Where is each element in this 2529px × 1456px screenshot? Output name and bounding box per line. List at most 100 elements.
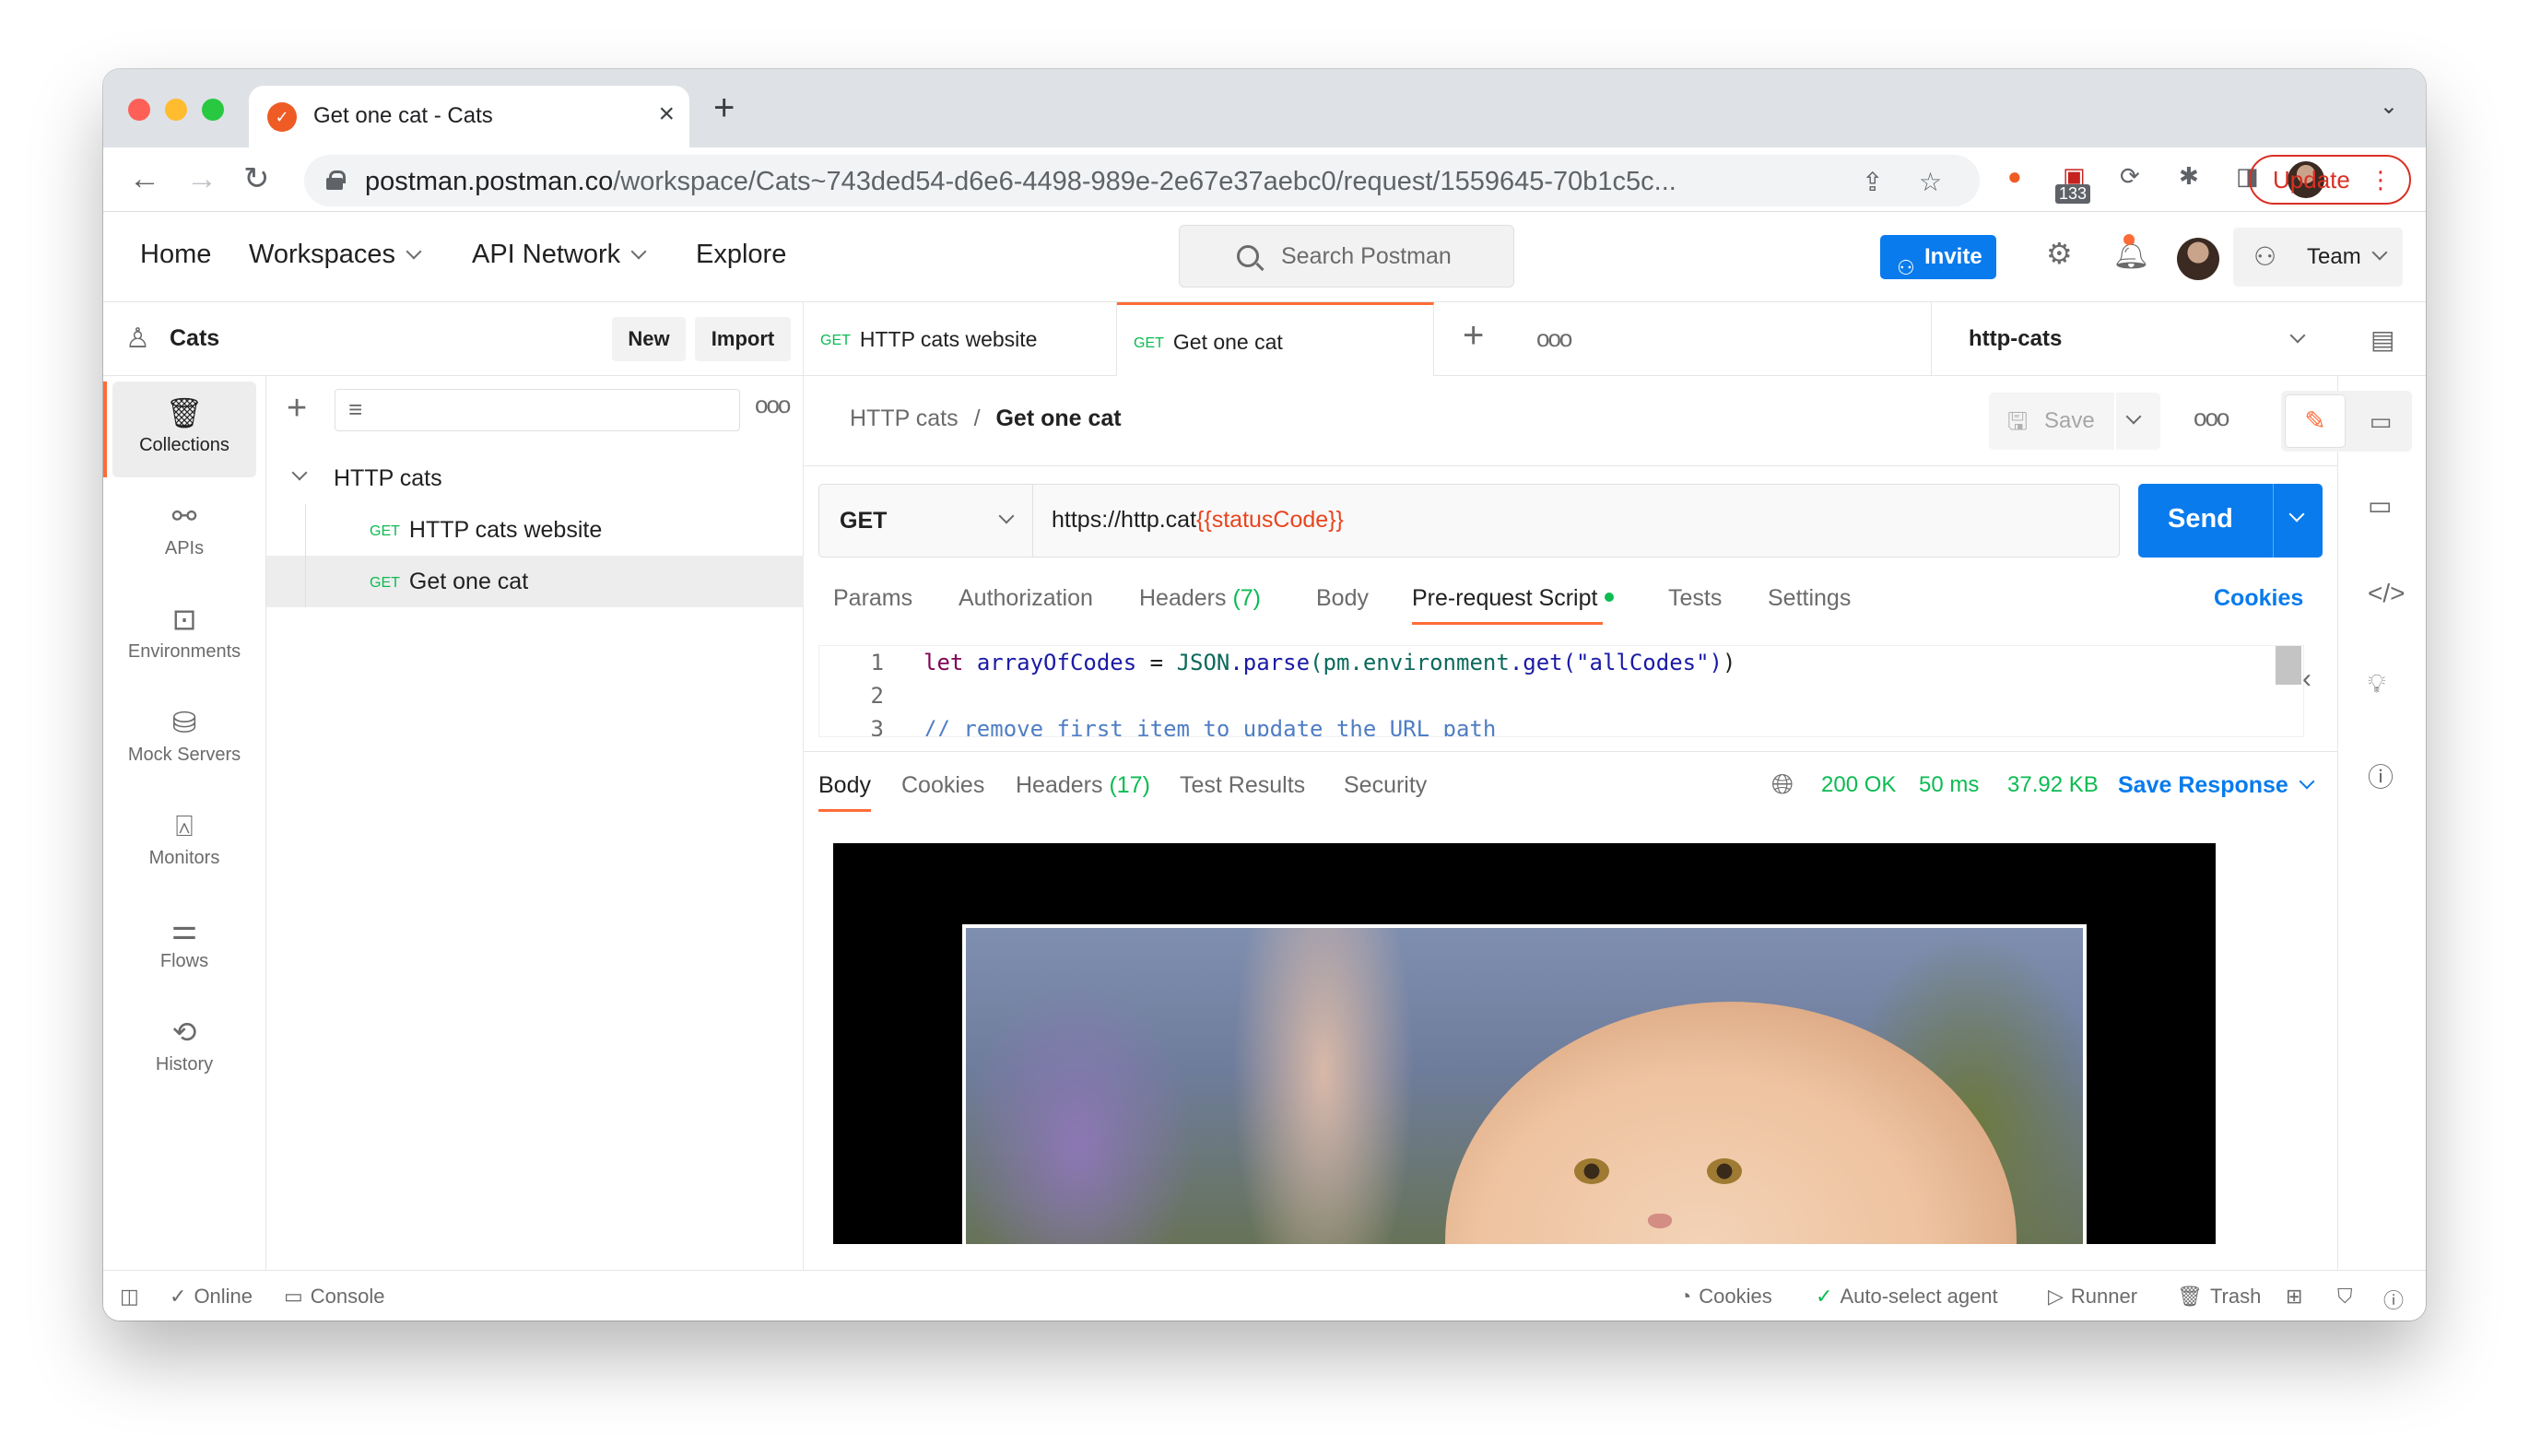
comment-icon[interactable]: ▭ [2355,394,2406,448]
more-options-icon[interactable]: ooo [755,391,791,419]
send-button[interactable]: Send [2138,484,2323,558]
sync-extension-icon[interactable]: ⟳ [2120,162,2140,191]
runner-button[interactable]: ▷ Runner [2048,1285,2137,1309]
request-row[interactable]: GET HTTP cats website [266,504,804,556]
response-tab-test-results[interactable]: Test Results [1180,772,1305,799]
editor-scrollbar[interactable] [2276,646,2301,685]
tabs-more-icon[interactable]: ooo [1536,324,1572,353]
search-icon [1237,245,1259,267]
new-tab-button[interactable]: + [713,88,735,129]
settings-gear-icon[interactable]: ⚙ [2046,236,2073,271]
info-icon[interactable]: ⓘ [2368,757,2394,794]
invite-button[interactable]: ⚇ Invite [1880,235,1996,279]
environment-quick-look-icon[interactable]: ▤ [2370,324,2394,355]
reload-icon[interactable]: ↻ [243,160,270,197]
lightbulb-icon[interactable]: 💡︎ [2368,669,2386,699]
sidebar-item-monitors[interactable]: ⍓ Monitors [112,794,256,890]
workspace-name[interactable]: Cats [170,325,219,352]
tab-body[interactable]: Body [1316,585,1369,612]
response-tab-security[interactable]: Security [1344,772,1427,799]
tab-authorization[interactable]: Authorization [959,585,1093,612]
close-tab-icon[interactable]: × [658,99,675,130]
response-tab-headers[interactable]: Headers (17) [1016,772,1150,799]
online-status[interactable]: ✓ Online [170,1285,253,1309]
tab-pre-request-script[interactable]: Pre-request Script [1412,585,1615,625]
chevron-left-icon[interactable]: ‹ [2302,663,2311,695]
network-globe-icon[interactable]: 🌐︎ [1771,769,1794,801]
tab-settings[interactable]: Settings [1768,585,1851,612]
save-dropdown-button[interactable] [2116,393,2160,450]
sidebar-item-environments[interactable]: ⊡ Environments [112,588,256,684]
address-bar[interactable]: postman.postman.co/workspace/Cats~743ded… [304,155,1980,206]
extensions-puzzle-icon[interactable]: ✱ [2179,162,2199,191]
tab-tests[interactable]: Tests [1668,585,1722,612]
layout-icon[interactable]: ⊞ [2286,1285,2302,1309]
sidebar-item-apis[interactable]: ⚯ APIs [112,485,256,581]
method-select[interactable]: GET [819,485,1033,557]
environment-selector[interactable]: http-cats [1931,302,2340,376]
address-url[interactable]: postman.postman.co/workspace/Cats~743ded… [365,167,1676,197]
back-arrow-icon[interactable]: ← [129,160,160,197]
tab-search-chevron-icon[interactable]: ⌄ [2380,93,2398,120]
response-tab-body[interactable]: Body [818,772,871,812]
trash-button[interactable]: 🗑︎ Trash [2177,1285,2261,1309]
comments-icon[interactable]: ▭ [2368,490,2392,521]
import-button[interactable]: Import [695,317,791,361]
search-box[interactable]: Search Postman [1179,225,1514,288]
filter-input[interactable]: ≡ [335,389,740,431]
sidebar-item-mock-servers[interactable]: ⛁ Mock Servers [112,691,256,787]
collection-row[interactable]: HTTP cats [266,452,804,504]
new-button[interactable]: New [612,317,686,361]
code-icon[interactable]: </> [2368,579,2405,608]
bootcamp-icon[interactable]: ⛉ [2337,1285,2353,1309]
request-more-icon[interactable]: ooo [2194,404,2229,432]
nav-workspaces[interactable]: Workspaces [249,240,422,270]
maximize-window-button[interactable] [202,99,224,121]
update-button[interactable]: Update ⋮ [2249,155,2411,205]
sidebar-item-flows[interactable]: ⚌ Flows [112,898,256,993]
lock-icon[interactable] [326,170,346,190]
user-avatar[interactable] [2177,238,2219,280]
team-button[interactable]: ⚇ Team [2233,228,2403,287]
response-tab-cookies[interactable]: Cookies [901,772,984,799]
response-size[interactable]: 37.92 KB [2007,772,2099,798]
environment-name: http-cats [1969,326,2063,351]
close-window-button[interactable] [128,99,150,121]
cookies-link[interactable]: Cookies [2214,585,2303,612]
console-button[interactable]: ▭ Console [284,1285,385,1309]
tab-params[interactable]: Params [833,585,912,612]
tab-get-one-cat[interactable]: GET Get one cat [1117,302,1434,376]
cookies-button[interactable]: ◔ Cookies [1679,1285,1772,1309]
response-status[interactable]: 200 OK [1821,772,1896,798]
save-button[interactable]: 🖫︎ Save [1989,393,2114,450]
postman-extension-icon[interactable]: ● [2007,162,2022,191]
help-icon[interactable]: ⓘ [2383,1285,2404,1314]
response-divider[interactable] [804,751,2337,752]
save-response-button[interactable]: Save Response [2118,772,2315,799]
forward-arrow-icon[interactable]: → [186,160,218,197]
bookmark-star-icon[interactable]: ☆ [1919,167,1942,197]
nav-api-network[interactable]: API Network [472,240,647,270]
sidebar-item-collections[interactable]: 🗑︎ Collections [103,382,256,477]
nav-home[interactable]: Home [140,240,211,270]
breadcrumb-parent[interactable]: HTTP cats [850,405,959,431]
add-collection-button[interactable]: + [287,389,307,429]
response-time[interactable]: 50 ms [1919,772,1979,798]
nav-explore[interactable]: Explore [696,240,786,270]
breadcrumb-current[interactable]: Get one cat [995,405,1121,431]
browser-tab[interactable]: ✓ Get one cat - Cats × [249,86,689,147]
edit-pencil-icon[interactable]: ✎ [2285,394,2346,448]
share-icon[interactable]: ⇪ [1862,167,1883,197]
tab-headers[interactable]: Headers (7) [1139,585,1261,612]
sidebar-item-history[interactable]: ⟲ History [112,1001,256,1097]
chevron-down-icon[interactable] [2288,506,2305,523]
script-editor[interactable]: 1 let arrayOfCodes = JSON.parse(pm.envir… [818,645,2304,737]
new-request-tab-button[interactable]: + [1463,315,1484,357]
request-row[interactable]: GET Get one cat [266,556,804,607]
minimize-window-button[interactable] [165,99,187,121]
tab-http-cats-website[interactable]: GET HTTP cats website [804,302,1117,376]
online-label: Online [194,1285,253,1308]
agent-selector[interactable]: ✓ Auto-select agent [1816,1285,1998,1309]
toggle-sidebar-icon[interactable]: ◫ [120,1285,139,1309]
request-url-input[interactable]: https://http.cat{{statusCode}} [1052,507,1344,534]
